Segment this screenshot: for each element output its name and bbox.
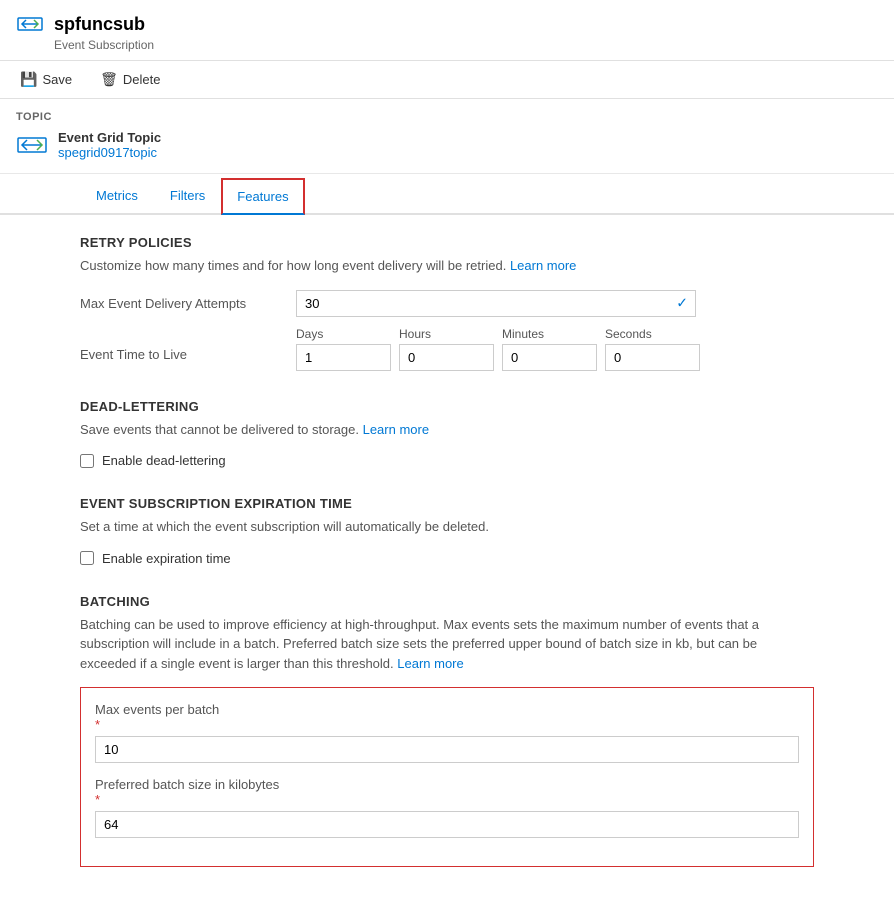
save-button[interactable]: 💾 Save — [16, 69, 76, 90]
save-label: Save — [42, 72, 72, 87]
topic-label: TOPIC — [16, 111, 878, 123]
retry-desc-text: Customize how many times and for how lon… — [80, 258, 506, 273]
tabs-bar: Metrics Filters Features — [0, 178, 894, 215]
days-input-group: Days — [296, 327, 391, 371]
preferred-size-group: Preferred batch size in kilobytes * — [95, 777, 799, 838]
expiration-checkbox-row: Enable expiration time — [80, 551, 814, 566]
minutes-input-group: Minutes — [502, 327, 597, 371]
seconds-input-group: Seconds — [605, 327, 700, 371]
max-events-input[interactable] — [95, 736, 799, 763]
expiration-section: EVENT SUBSCRIPTION EXPIRATION TIME Set a… — [80, 496, 814, 566]
tab-filters[interactable]: Filters — [154, 178, 221, 213]
batching-learn-more-link[interactable]: Learn more — [397, 656, 463, 671]
topic-link[interactable]: spegrid0917topic — [58, 145, 157, 160]
expiration-desc-text: Set a time at which the event subscripti… — [80, 519, 489, 534]
delete-label: Delete — [123, 72, 161, 87]
toolbar: 💾 Save 🗑 Delete — [0, 61, 894, 99]
dead-lettering-learn-more-link[interactable]: Learn more — [363, 422, 429, 437]
dead-lettering-checkbox-row: Enable dead-lettering — [80, 453, 814, 468]
topic-section: TOPIC Event Grid Topic spegrid0917topic — [0, 99, 894, 174]
time-inputs: Days Hours Minutes Seconds — [296, 327, 700, 371]
tab-features[interactable]: Features — [221, 178, 304, 215]
topic-type: Event Grid Topic — [58, 130, 161, 145]
retry-learn-more-link[interactable]: Learn more — [510, 258, 576, 273]
event-subscription-icon — [16, 10, 44, 38]
hours-input[interactable] — [399, 344, 494, 371]
expiration-checkbox[interactable] — [80, 551, 94, 565]
dead-lettering-section: DEAD-LETTERING Save events that cannot b… — [80, 399, 814, 469]
seconds-input[interactable] — [605, 344, 700, 371]
dead-lettering-desc-text: Save events that cannot be delivered to … — [80, 422, 359, 437]
minutes-label: Minutes — [502, 327, 597, 341]
dead-lettering-desc: Save events that cannot be delivered to … — [80, 420, 814, 440]
batching-section: BATCHING Batching can be used to improve… — [80, 594, 814, 868]
delete-button[interactable]: 🗑 Delete — [96, 69, 164, 90]
event-ttl-label: Event Time to Live — [80, 327, 280, 362]
preferred-size-label: Preferred batch size in kilobytes * — [95, 777, 799, 807]
seconds-label: Seconds — [605, 327, 700, 341]
days-input[interactable] — [296, 344, 391, 371]
dead-lettering-title: DEAD-LETTERING — [80, 399, 814, 414]
retry-policies-title: RETRY POLICIES — [80, 235, 814, 250]
event-grid-topic-icon — [16, 129, 48, 161]
batching-fields-box: Max events per batch * Preferred batch s… — [80, 687, 814, 867]
max-delivery-label: Max Event Delivery Attempts — [80, 296, 280, 311]
retry-policies-desc: Customize how many times and for how lon… — [80, 256, 814, 276]
save-icon: 💾 — [20, 71, 37, 88]
max-events-group: Max events per batch * — [95, 702, 799, 763]
delete-icon: 🗑 — [100, 71, 118, 88]
dead-lettering-checkbox-label[interactable]: Enable dead-lettering — [102, 453, 226, 468]
tab-metrics[interactable]: Metrics — [80, 178, 154, 213]
batching-desc: Batching can be used to improve efficien… — [80, 615, 814, 674]
retry-policies-section: RETRY POLICIES Customize how many times … — [80, 235, 814, 371]
event-ttl-row: Event Time to Live Days Hours Minutes Se… — [80, 327, 814, 371]
preferred-size-input[interactable] — [95, 811, 799, 838]
header: spfuncsub Event Subscription — [0, 0, 894, 61]
page-title: spfuncsub — [54, 14, 145, 35]
minutes-input[interactable] — [502, 344, 597, 371]
expiration-desc: Set a time at which the event subscripti… — [80, 517, 814, 537]
max-delivery-row: Max Event Delivery Attempts 30 ✓ — [80, 290, 814, 317]
hours-label: Hours — [399, 327, 494, 341]
max-events-label: Max events per batch * — [95, 702, 799, 732]
max-delivery-dropdown-wrapper: 30 ✓ — [296, 290, 696, 317]
max-delivery-select[interactable]: 30 — [296, 290, 696, 317]
dead-lettering-checkbox[interactable] — [80, 454, 94, 468]
expiration-title: EVENT SUBSCRIPTION EXPIRATION TIME — [80, 496, 814, 511]
expiration-checkbox-label[interactable]: Enable expiration time — [102, 551, 231, 566]
main-content: RETRY POLICIES Customize how many times … — [0, 215, 894, 915]
hours-input-group: Hours — [399, 327, 494, 371]
days-label: Days — [296, 327, 391, 341]
page-subtitle: Event Subscription — [54, 38, 878, 52]
batching-title: BATCHING — [80, 594, 814, 609]
